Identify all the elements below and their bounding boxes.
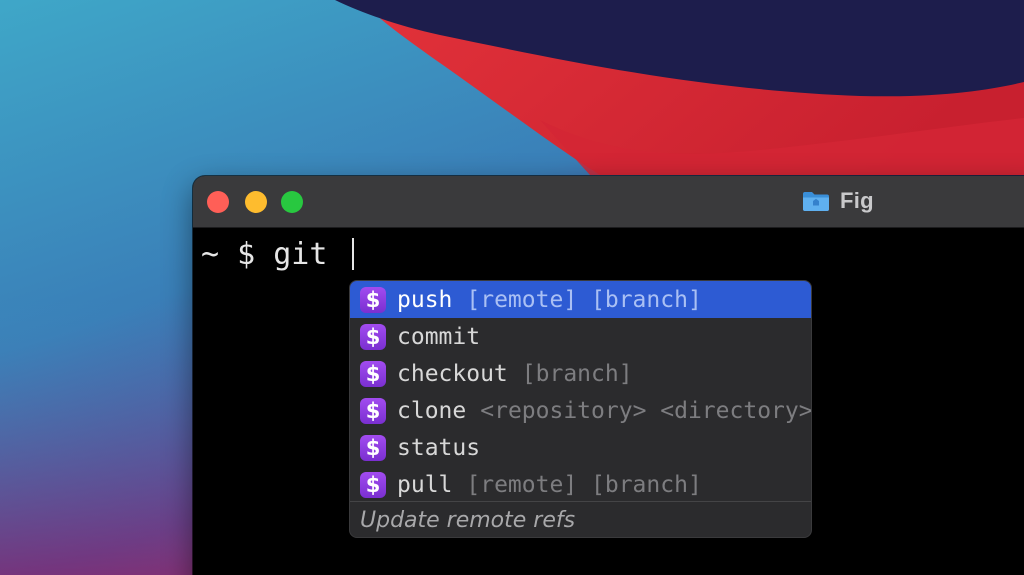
dollar-sign-icon: $ (360, 323, 386, 350)
dollar-sign-icon: $ (360, 360, 386, 387)
desktop: Fig ~ $ git $ push [remote] [branch] $ c… (0, 0, 1024, 575)
suggestion-status[interactable]: $ status (350, 429, 811, 466)
dollar-sign-icon: $ (360, 434, 386, 461)
suggestion-pull[interactable]: $ pull [remote] [branch] (350, 466, 811, 503)
window-title: Fig (840, 188, 874, 213)
suggestion-name: clone (397, 397, 467, 424)
suggestion-args: <repository> <directory> (480, 397, 811, 424)
suggestion-args: [remote] [branch] (466, 471, 702, 498)
dollar-sign-icon: $ (360, 471, 386, 498)
suggestion-name: commit (397, 323, 481, 350)
close-button[interactable] (207, 191, 229, 213)
dollar-sign-icon: $ (360, 397, 386, 424)
minimize-button[interactable] (245, 191, 267, 213)
text-cursor (351, 238, 354, 270)
folder-icon (803, 192, 829, 211)
suggestion-args: [branch] (521, 360, 633, 387)
zoom-button[interactable] (281, 191, 303, 213)
suggestion-name: pull (397, 471, 453, 498)
dollar-sign-icon: $ (360, 286, 386, 313)
suggestion-args: [remote] [branch] (466, 286, 702, 313)
window-title-group: Fig (802, 188, 874, 214)
suggestion-name: checkout (397, 360, 508, 387)
prompt-text: ~ $ git (201, 236, 346, 272)
suggestion-name: status (397, 434, 481, 461)
autocomplete-popup: $ push [remote] [branch] $ commit $ chec… (349, 280, 812, 538)
suggestion-checkout[interactable]: $ checkout [branch] (350, 355, 811, 392)
title-bar[interactable]: Fig (193, 176, 1024, 228)
suggestion-clone[interactable]: $ clone <repository> <directory> (350, 392, 811, 429)
suggestion-push[interactable]: $ push [remote] [branch] (350, 281, 811, 318)
command-line[interactable]: ~ $ git (201, 234, 354, 274)
suggestion-commit[interactable]: $ commit (350, 318, 811, 355)
suggestion-name: push (397, 286, 453, 313)
suggestion-description: Update remote refs (360, 507, 576, 533)
